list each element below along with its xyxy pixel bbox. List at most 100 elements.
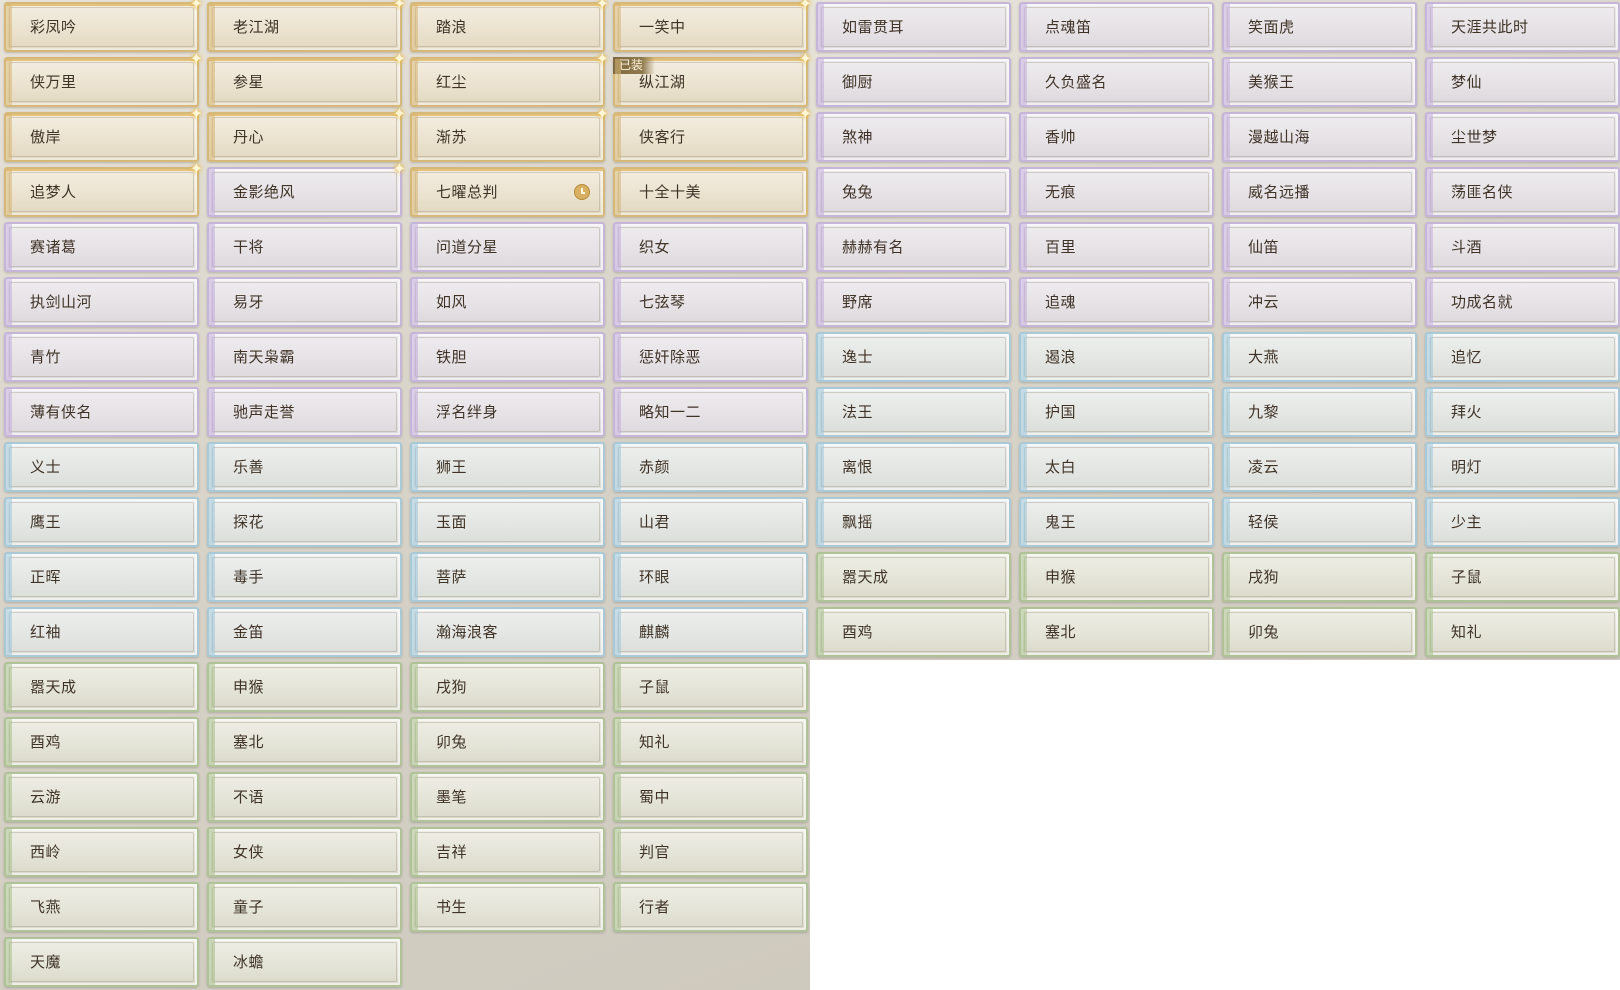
- title-cell[interactable]: 梦仙: [1425, 57, 1620, 107]
- title-cell[interactable]: 略知一二: [613, 387, 808, 437]
- title-cell[interactable]: 遏浪: [1019, 332, 1214, 382]
- title-cell[interactable]: 十全十美: [613, 167, 808, 217]
- title-cell[interactable]: 探花: [207, 497, 402, 547]
- title-cell[interactable]: 酉鸡: [816, 607, 1011, 657]
- title-cell[interactable]: 青竹: [4, 332, 199, 382]
- title-cell[interactable]: 七曜总判: [410, 167, 605, 217]
- title-cell[interactable]: 红尘 ✦: [410, 51, 609, 107]
- title-cell[interactable]: 点魂笛: [1019, 2, 1214, 52]
- title-cell[interactable]: 无痕: [1019, 167, 1214, 217]
- title-cell[interactable]: 申猴: [1019, 552, 1214, 602]
- title-cell[interactable]: 卯兔: [410, 717, 605, 767]
- title-cell[interactable]: 离恨: [816, 442, 1011, 492]
- title-cell[interactable]: 百里: [1019, 222, 1214, 272]
- title-cell[interactable]: 侠客行 ✦: [613, 106, 812, 162]
- title-cell[interactable]: 金影绝风 ✦: [207, 161, 406, 217]
- title-cell[interactable]: 功成名就: [1425, 277, 1620, 327]
- title-cell[interactable]: 乐善: [207, 442, 402, 492]
- title-cell[interactable]: 煞神: [816, 112, 1011, 162]
- title-cell[interactable]: 驰声走誉: [207, 387, 402, 437]
- title-cell[interactable]: 义士: [4, 442, 199, 492]
- title-cell[interactable]: 书生: [410, 882, 605, 932]
- title-cell[interactable]: 戌狗: [410, 662, 605, 712]
- title-cell[interactable]: 菩萨: [410, 552, 605, 602]
- title-cell[interactable]: 少主: [1425, 497, 1620, 547]
- title-cell[interactable]: 冰蟾: [207, 937, 402, 987]
- title-cell[interactable]: 轻侯: [1222, 497, 1417, 547]
- title-cell[interactable]: 女侠: [207, 827, 402, 877]
- title-cell[interactable]: 老江湖 ✦: [207, 0, 406, 52]
- title-cell[interactable]: 西岭: [4, 827, 199, 877]
- title-cell[interactable]: 卯兔: [1222, 607, 1417, 657]
- title-cell[interactable]: 鹰王: [4, 497, 199, 547]
- title-cell[interactable]: 吉祥: [410, 827, 605, 877]
- title-cell[interactable]: 仙笛: [1222, 222, 1417, 272]
- title-cell[interactable]: 大燕: [1222, 332, 1417, 382]
- title-cell[interactable]: 追魂: [1019, 277, 1214, 327]
- title-cell[interactable]: 傲岸 ✦: [4, 106, 203, 162]
- title-cell[interactable]: 酉鸡: [4, 717, 199, 767]
- title-cell[interactable]: 行者: [613, 882, 808, 932]
- title-cell[interactable]: 一笑中 ✦: [613, 0, 812, 52]
- title-cell[interactable]: 九黎: [1222, 387, 1417, 437]
- title-cell[interactable]: 蜀中: [613, 772, 808, 822]
- title-cell[interactable]: 渐苏 ✦: [410, 106, 609, 162]
- title-cell[interactable]: 山君: [613, 497, 808, 547]
- title-cell[interactable]: 不语: [207, 772, 402, 822]
- title-cell[interactable]: 拜火: [1425, 387, 1620, 437]
- title-cell[interactable]: 子鼠: [1425, 552, 1620, 602]
- title-cell[interactable]: 法王: [816, 387, 1011, 437]
- title-cell[interactable]: 天魔: [4, 937, 199, 987]
- title-cell[interactable]: 金笛: [207, 607, 402, 657]
- title-cell[interactable]: 美猴王: [1222, 57, 1417, 107]
- title-cell[interactable]: 丹心 ✦: [207, 106, 406, 162]
- title-cell[interactable]: 纵江湖 ✦ 已装: [613, 51, 812, 107]
- title-cell[interactable]: 薄有侠名: [4, 387, 199, 437]
- title-cell[interactable]: 笑面虎: [1222, 2, 1417, 52]
- title-cell[interactable]: 干将: [207, 222, 402, 272]
- title-cell[interactable]: 斗酒: [1425, 222, 1620, 272]
- title-cell[interactable]: 子鼠: [613, 662, 808, 712]
- title-cell[interactable]: 织女: [613, 222, 808, 272]
- title-cell[interactable]: 塞北: [207, 717, 402, 767]
- title-cell[interactable]: 飘摇: [816, 497, 1011, 547]
- title-cell[interactable]: 久负盛名: [1019, 57, 1214, 107]
- title-cell[interactable]: 赫赫有名: [816, 222, 1011, 272]
- title-cell[interactable]: 申猴: [207, 662, 402, 712]
- title-cell[interactable]: 追梦人 ✦: [4, 161, 203, 217]
- title-cell[interactable]: 如风: [410, 277, 605, 327]
- title-cell[interactable]: 赛诸葛: [4, 222, 199, 272]
- title-cell[interactable]: 如雷贯耳: [816, 2, 1011, 52]
- title-cell[interactable]: 护国: [1019, 387, 1214, 437]
- title-cell[interactable]: 知礼: [1425, 607, 1620, 657]
- title-cell[interactable]: 香帅: [1019, 112, 1214, 162]
- title-cell[interactable]: 兔兔: [816, 167, 1011, 217]
- title-cell[interactable]: 荡匪名侠: [1425, 167, 1620, 217]
- title-cell[interactable]: 侠万里 ✦: [4, 51, 203, 107]
- title-cell[interactable]: 野席: [816, 277, 1011, 327]
- title-cell[interactable]: 踏浪 ✦: [410, 0, 609, 52]
- title-cell[interactable]: 南天枭霸: [207, 332, 402, 382]
- title-cell[interactable]: 冲云: [1222, 277, 1417, 327]
- title-cell[interactable]: 塞北: [1019, 607, 1214, 657]
- title-cell[interactable]: 瀚海浪客: [410, 607, 605, 657]
- title-cell[interactable]: 漫越山海: [1222, 112, 1417, 162]
- title-cell[interactable]: 红袖: [4, 607, 199, 657]
- title-cell[interactable]: 墨笔: [410, 772, 605, 822]
- title-cell[interactable]: 飞燕: [4, 882, 199, 932]
- title-cell[interactable]: 易牙: [207, 277, 402, 327]
- title-cell[interactable]: 童子: [207, 882, 402, 932]
- title-cell[interactable]: 彩凤吟 ✦: [4, 0, 203, 52]
- title-cell[interactable]: 浮名绊身: [410, 387, 605, 437]
- title-cell[interactable]: 参星 ✦: [207, 51, 406, 107]
- title-cell[interactable]: 七弦琴: [613, 277, 808, 327]
- title-cell[interactable]: 狮王: [410, 442, 605, 492]
- title-cell[interactable]: 问道分星: [410, 222, 605, 272]
- title-cell[interactable]: 凌云: [1222, 442, 1417, 492]
- title-cell[interactable]: 正晖: [4, 552, 199, 602]
- title-cell[interactable]: 判官: [613, 827, 808, 877]
- title-cell[interactable]: 执剑山河: [4, 277, 199, 327]
- title-cell[interactable]: 云游: [4, 772, 199, 822]
- title-cell[interactable]: 嚣天成: [4, 662, 199, 712]
- title-cell[interactable]: 御厨: [816, 57, 1011, 107]
